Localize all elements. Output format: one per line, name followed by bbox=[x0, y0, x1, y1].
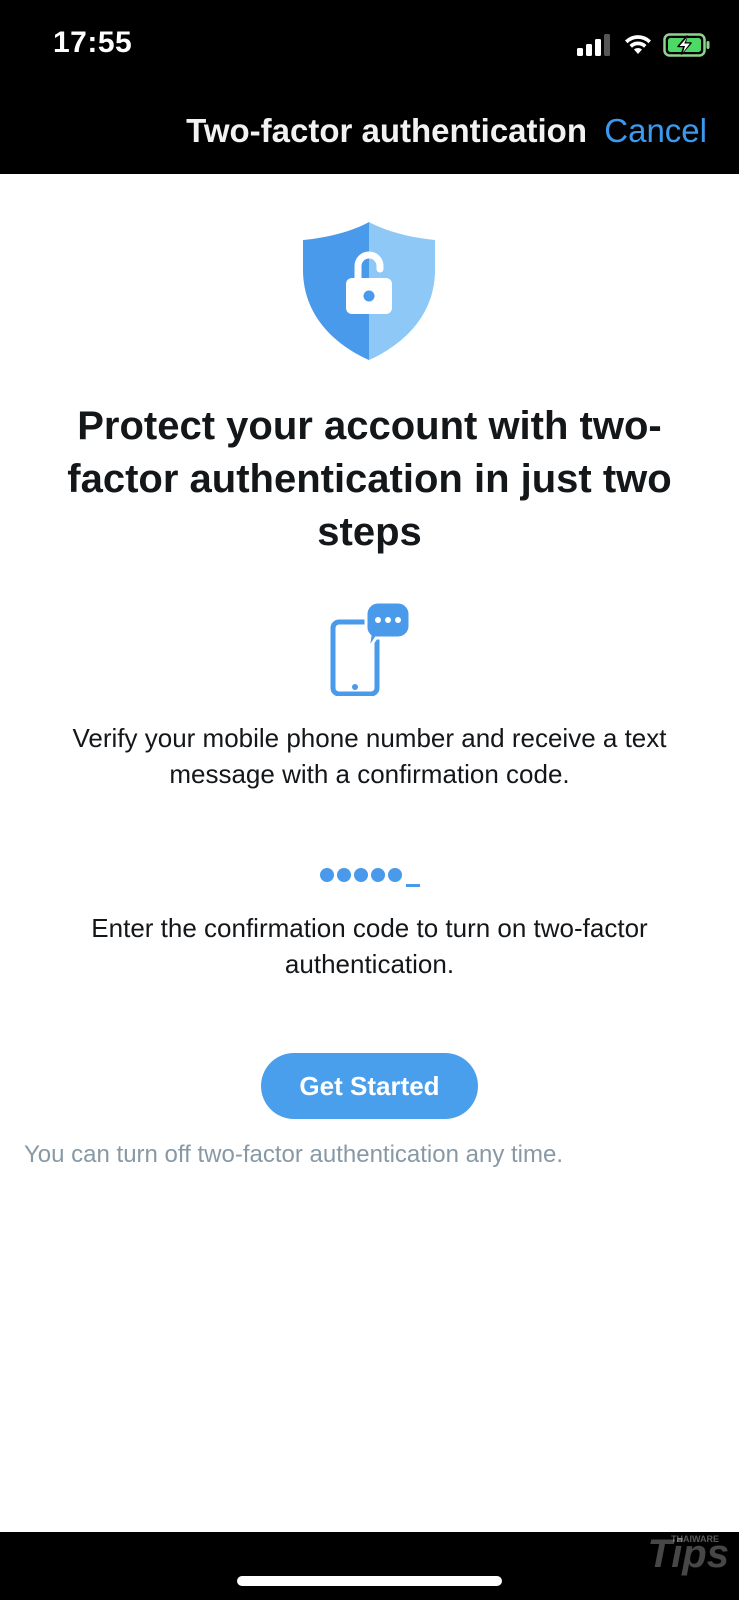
status-bar: 17:55 bbox=[0, 0, 739, 92]
step1-text: Verify your mobile phone number and rece… bbox=[72, 723, 667, 789]
status-time: 17:55 bbox=[53, 26, 133, 59]
cellular-signal-icon bbox=[577, 34, 610, 56]
main-content: Protect your account with two-factor aut… bbox=[0, 174, 739, 1532]
battery-charging-icon bbox=[663, 33, 710, 57]
headline: Protect your account with two-factor aut… bbox=[67, 404, 672, 554]
bottom-bar: Tips THAIWARE bbox=[0, 1532, 739, 1600]
phone-message-icon bbox=[330, 600, 410, 696]
status-icons bbox=[577, 32, 711, 58]
confirmation-code-icon bbox=[320, 868, 420, 887]
screen: 17:55 Two-factor authentication Cancel P… bbox=[0, 0, 739, 1600]
nav-bar: Two-factor authentication Cancel bbox=[0, 92, 739, 174]
footnote: You can turn off two-factor authenticati… bbox=[24, 1141, 563, 1168]
cancel-button[interactable]: Cancel bbox=[604, 112, 707, 150]
wifi-icon bbox=[625, 35, 651, 54]
shield-lock-icon bbox=[303, 222, 435, 360]
watermark-brand: THAIWARE bbox=[671, 1534, 719, 1544]
get-started-button[interactable]: Get Started bbox=[261, 1053, 478, 1119]
step2-text: Enter the confirmation code to turn on t… bbox=[91, 913, 648, 979]
home-indicator[interactable] bbox=[237, 1576, 502, 1586]
page-title: Two-factor authentication bbox=[186, 112, 587, 149]
